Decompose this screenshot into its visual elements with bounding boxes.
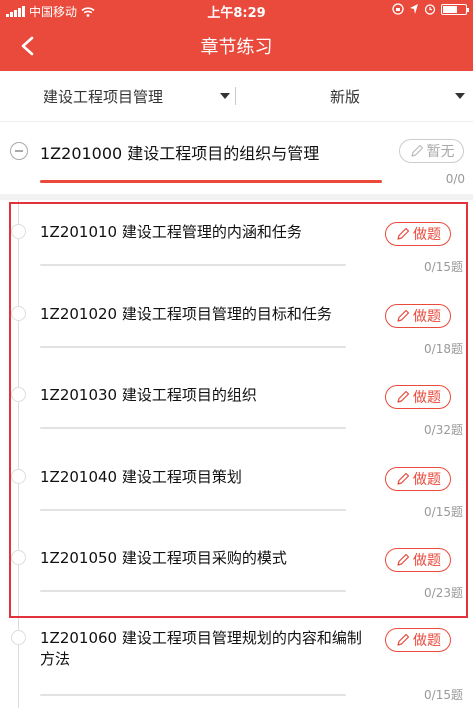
battery-icon [441, 3, 469, 15]
status-right [392, 3, 469, 15]
timeline-node [11, 550, 26, 565]
practice-button[interactable]: 做题 [385, 548, 451, 572]
chapter-header[interactable]: 1Z201000 建设工程项目的组织与管理 暂无 0/0 [0, 122, 473, 194]
timeline-node [11, 387, 26, 402]
back-button[interactable] [10, 28, 46, 64]
collapse-icon[interactable] [10, 142, 28, 160]
section-title: 1Z201050 建设工程项目采购的模式 [40, 549, 287, 567]
section-count: 0/18题 [424, 342, 463, 356]
practice-button[interactable]: 做题 [385, 628, 451, 652]
nav-bar: 章节练习 [0, 20, 473, 71]
section-progress-bar [40, 346, 346, 348]
section-title: 1Z201040 建设工程项目策划 [40, 468, 242, 486]
location-icon [410, 4, 418, 14]
section-count: 0/15题 [424, 260, 463, 274]
pencil-icon [397, 227, 410, 240]
practice-label: 做题 [413, 227, 441, 243]
section-progress-bar [40, 694, 346, 696]
section-progress-bar [40, 590, 346, 592]
practice-label: 做题 [413, 553, 441, 569]
chevron-left-icon [21, 36, 34, 56]
rotation-lock-icon [392, 3, 404, 15]
list-item[interactable]: 1Z201050 建设工程项目采购的模式 做题 0/23题 [0, 526, 473, 608]
chapter-action-button[interactable]: 暂无 [399, 139, 464, 163]
subject-label: 建设工程项目管理 [42, 88, 163, 106]
section-progress-bar [40, 427, 346, 429]
section-title: 1Z201030 建设工程项目的组织 [40, 386, 257, 404]
section-title: 1Z201060 建设工程项目管理规划的内容和编制方法 [40, 629, 362, 668]
edition-label: 新版 [329, 88, 360, 106]
practice-button[interactable]: 做题 [385, 385, 451, 409]
practice-label: 做题 [413, 472, 441, 488]
caret-down-icon [455, 93, 465, 99]
pencil-icon [397, 309, 410, 322]
pencil-icon [397, 553, 410, 566]
section-progress-bar [40, 264, 346, 266]
timeline-node [11, 224, 26, 239]
section-count: 0/23题 [424, 586, 463, 600]
practice-button[interactable]: 做题 [385, 304, 451, 328]
chapter-title: 1Z201000 建设工程项目的组织与管理 [40, 144, 320, 163]
practice-button[interactable]: 做题 [385, 467, 451, 491]
section-count: 0/15题 [424, 688, 463, 702]
list-item[interactable]: 1Z201010 建设工程管理的内涵和任务 做题 0/15题 [0, 200, 473, 282]
pencil-icon [410, 144, 423, 157]
practice-label: 做题 [413, 309, 441, 325]
timeline-node [11, 630, 26, 645]
chapter-count: 0/0 [445, 172, 465, 186]
practice-label: 做题 [413, 633, 441, 649]
timeline-node [11, 469, 26, 484]
chapter-progress-bar [40, 180, 382, 183]
pencil-icon [397, 472, 410, 485]
edition-dropdown[interactable]: 新版 [237, 71, 473, 122]
section-title: 1Z201020 建设工程项目管理的目标和任务 [40, 305, 332, 323]
section-count: 0/32题 [424, 423, 463, 437]
filter-divider [235, 87, 236, 105]
list-item[interactable]: 1Z201040 建设工程项目策划 做题 0/15题 [0, 445, 473, 527]
list-item[interactable]: 1Z201060 建设工程项目管理规划的内容和编制方法 做题 0/15题 [0, 606, 473, 708]
section-progress-bar [40, 509, 346, 511]
list-item[interactable]: 1Z201030 建设工程项目的组织 做题 0/32题 [0, 363, 473, 445]
section-title: 1Z201010 建设工程管理的内涵和任务 [40, 223, 302, 241]
pencil-icon [397, 390, 410, 403]
list-item[interactable]: 1Z201020 建设工程项目管理的目标和任务 做题 0/18题 [0, 282, 473, 364]
filter-bar: 建设工程项目管理 新版 [0, 71, 473, 122]
page-title: 章节练习 [200, 37, 273, 58]
caret-down-icon [220, 93, 230, 99]
practice-label: 做题 [413, 390, 441, 406]
section-count: 0/15题 [424, 505, 463, 519]
status-bar: 中国移动 上午8:29 [0, 0, 473, 21]
practice-button[interactable]: 做题 [385, 222, 451, 246]
alarm-icon [424, 4, 436, 15]
chapter-action-label: 暂无 [426, 144, 455, 160]
timeline-node [11, 306, 26, 321]
pencil-icon [397, 633, 410, 646]
subject-dropdown[interactable]: 建设工程项目管理 [0, 71, 236, 122]
